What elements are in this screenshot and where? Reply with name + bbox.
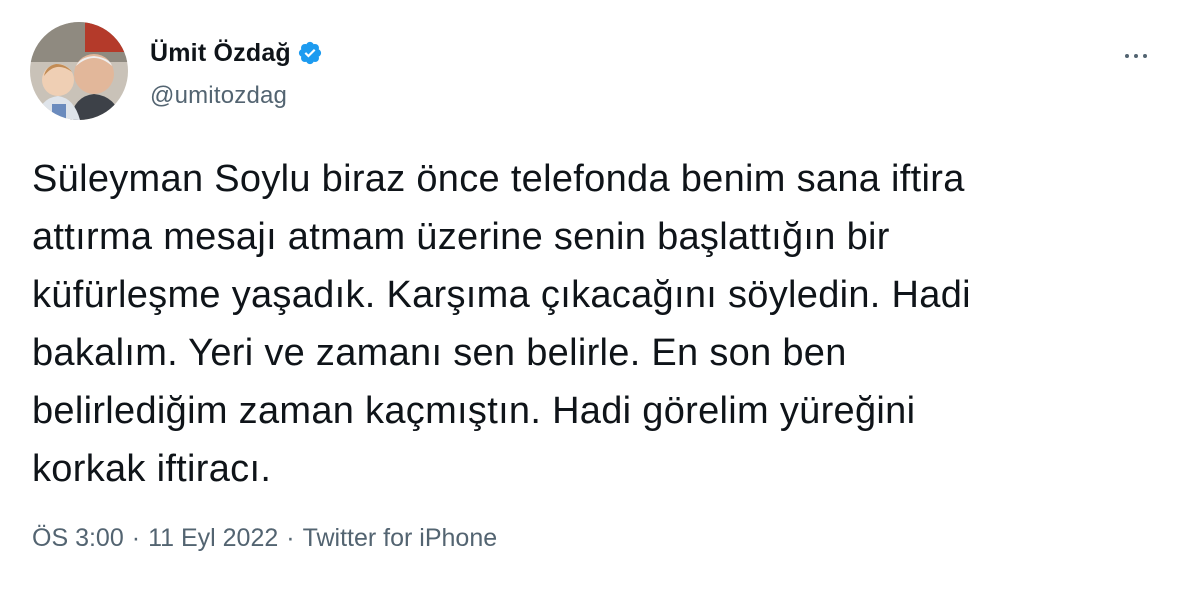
meta-separator: · xyxy=(131,524,141,552)
avatar[interactable] xyxy=(30,22,128,120)
avatar-image xyxy=(30,22,128,120)
tweet-text: Süleyman Soylu biraz önce telefonda beni… xyxy=(32,158,971,490)
tweet-date[interactable]: 11 Eyl 2022 xyxy=(148,524,278,553)
tweet-meta: ÖS 3:00 · 11 Eyl 2022 · Twitter for iPho… xyxy=(32,524,497,553)
tweet-time[interactable]: ÖS 3:00 xyxy=(32,524,124,553)
tweet-card: Ümit Özdağ @umitozdag Süleyman Soylu bir… xyxy=(0,0,1200,592)
tweet-source[interactable]: Twitter for iPhone xyxy=(303,524,498,553)
more-dot xyxy=(1125,54,1129,58)
meta-separator: · xyxy=(286,524,295,552)
author-handle[interactable]: @umitozdag xyxy=(150,82,323,110)
more-dot xyxy=(1134,54,1138,58)
tweet-header: Ümit Özdağ @umitozdag xyxy=(30,22,1170,122)
author-name-row: Ümit Özdağ xyxy=(150,38,323,68)
more-dot xyxy=(1143,54,1147,58)
author-block: Ümit Özdağ @umitozdag xyxy=(150,38,323,110)
more-options-icon[interactable] xyxy=(1118,44,1154,68)
author-name[interactable]: Ümit Özdağ xyxy=(150,39,291,68)
verified-badge-icon xyxy=(297,40,323,66)
